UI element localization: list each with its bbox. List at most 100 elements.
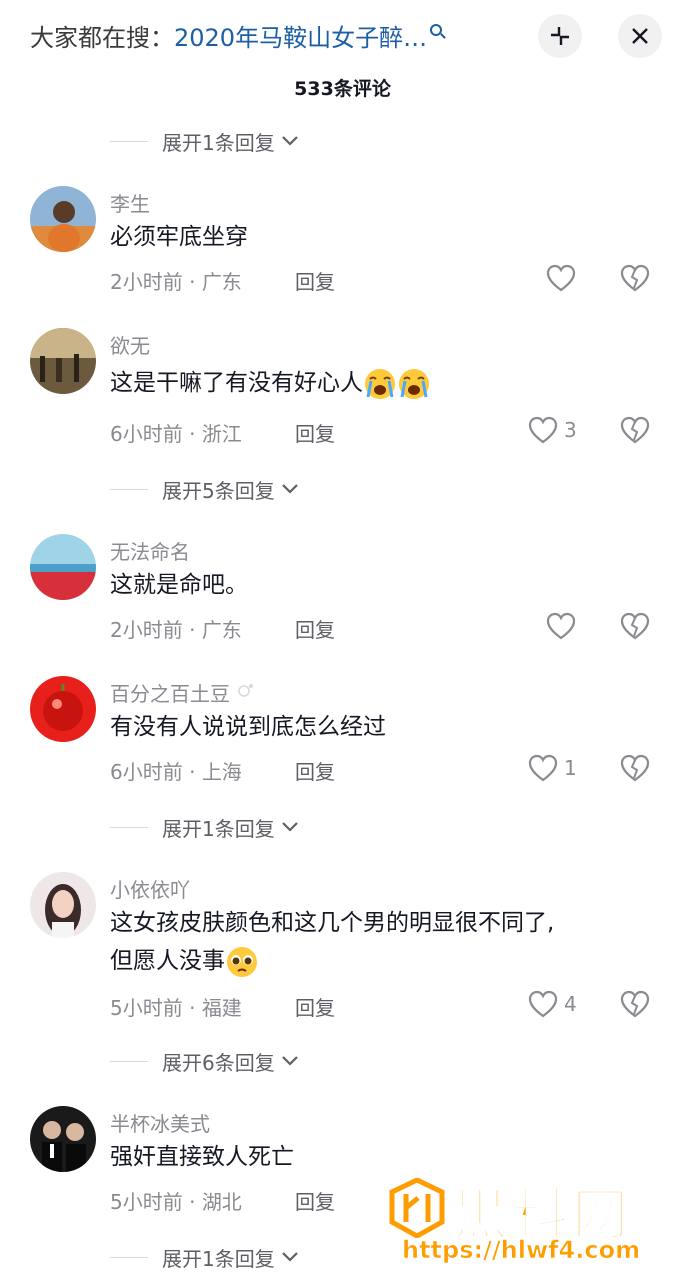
comment-item: 百分之百土豆 有没有人说说到底怎么经过 6小时前 · 上海 回复 1	[0, 676, 685, 796]
like-button[interactable]	[546, 612, 576, 640]
expand-replies-button[interactable]: 展开1条回复	[110, 126, 299, 156]
comment-region: 上海	[201, 760, 242, 784]
reply-button[interactable]: 回复	[295, 614, 335, 643]
divider	[110, 1060, 148, 1062]
like-count: 1	[564, 756, 577, 780]
comment-text: 这是干嘛了有没有好心人	[110, 366, 431, 401]
chevron-down-icon	[281, 821, 299, 833]
separator: ·	[189, 270, 196, 294]
comment-time: 2小时前	[110, 618, 183, 642]
comment-time: 5小时前	[110, 996, 183, 1020]
heart-icon	[528, 990, 558, 1018]
avatar[interactable]	[30, 534, 96, 600]
comment-text: 强奸直接致人死亡	[110, 1144, 294, 1170]
avatar[interactable]	[30, 872, 96, 938]
divider	[110, 140, 148, 142]
comment-count: 533条评论	[294, 78, 391, 100]
expand-replies-button[interactable]: 展开6条回复	[110, 1046, 299, 1076]
comment-time: 2小时前	[110, 270, 183, 294]
dislike-button[interactable]	[620, 264, 650, 296]
expand-replies-label: 展开6条回复	[162, 1050, 275, 1075]
avatar[interactable]	[30, 186, 96, 252]
username[interactable]: 半杯冰美式	[110, 1108, 210, 1137]
username[interactable]: 百分之百土豆	[110, 678, 256, 707]
comment-time: 6小时前	[110, 760, 183, 784]
reply-button[interactable]: 回复	[295, 756, 335, 785]
username[interactable]: 无法命名	[110, 536, 190, 565]
top-bar: 大家都在搜：2020年马鞍山女子醉…	[0, 0, 685, 76]
comment-text: 有没有人说说到底怎么经过	[110, 714, 386, 740]
comment-region: 浙江	[201, 422, 242, 446]
like-button[interactable]: 3	[528, 416, 577, 444]
broken-heart-icon	[620, 990, 650, 1018]
close-icon	[632, 28, 648, 44]
search-suggestion-prefix: 大家都在搜：	[30, 24, 174, 52]
separator: ·	[189, 422, 196, 446]
comment-time: 6小时前	[110, 422, 183, 446]
reply-button[interactable]: 回复	[295, 418, 335, 447]
comment-item: 欲无 这是干嘛了有没有好心人 6小时前 · 浙江 回复 3	[0, 328, 685, 448]
expand-replies-label: 展开1条回复	[162, 816, 275, 841]
chevron-down-icon	[281, 1055, 299, 1067]
comment-item: 李生 必须牢底坐穿 2小时前 · 广东 回复	[0, 186, 685, 306]
comment-text: 必须牢底坐穿	[110, 224, 248, 250]
comment-text-line2: 但愿人没事	[110, 944, 259, 979]
separator: ·	[189, 996, 196, 1020]
comment-text: 这就是命吧。	[110, 572, 248, 598]
close-button[interactable]	[618, 14, 662, 58]
comment-region: 广东	[201, 618, 242, 642]
divider	[110, 1256, 148, 1258]
divider	[110, 488, 148, 490]
pleading-face-emoji-icon	[227, 946, 257, 977]
avatar[interactable]	[30, 1106, 96, 1172]
dislike-button[interactable]	[620, 754, 650, 786]
expand-replies-label: 展开1条回复	[162, 130, 275, 155]
dislike-button[interactable]	[620, 990, 650, 1022]
dislike-button[interactable]	[620, 416, 650, 448]
comment-item: 小依依吖 这女孩皮肤颜色和这几个男的明显很不同了, 但愿人没事 5小时前 · 福…	[0, 872, 685, 1032]
watermark-url: https://hlwf4.com	[402, 1236, 641, 1265]
comment-meta: 6小时前 · 浙江	[110, 418, 242, 447]
separator: ·	[189, 1190, 196, 1214]
comment-meta: 5小时前 · 福建	[110, 992, 242, 1021]
comment-meta: 6小时前 · 上海	[110, 756, 242, 785]
heart-icon	[528, 416, 558, 444]
comment-item: 无法命名 这就是命吧。 2小时前 · 广东 回复	[0, 534, 685, 644]
expand-replies-button[interactable]: 展开5条回复	[110, 474, 299, 504]
username[interactable]: 小依依吖	[110, 874, 190, 903]
like-button[interactable]: 1	[528, 754, 577, 782]
comment-text-body: 但愿人没事	[110, 948, 225, 974]
avatar[interactable]	[30, 328, 96, 394]
reply-button[interactable]: 回复	[295, 992, 335, 1021]
heart-icon	[546, 612, 576, 640]
like-count: 4	[564, 992, 577, 1016]
search-suggestion[interactable]: 大家都在搜：2020年马鞍山女子醉…	[30, 18, 443, 53]
username[interactable]: 欲无	[110, 330, 150, 359]
username[interactable]: 李生	[110, 188, 150, 217]
comment-region: 广东	[201, 270, 242, 294]
collapse-icon	[551, 27, 569, 45]
avatar[interactable]	[30, 676, 96, 742]
broken-heart-icon	[620, 264, 650, 292]
collapse-button[interactable]	[538, 14, 582, 58]
heart-icon	[546, 264, 576, 292]
comment-text-body: 这是干嘛了有没有好心人	[110, 370, 363, 396]
broken-heart-icon	[620, 754, 650, 782]
reply-button[interactable]: 回复	[295, 1186, 335, 1215]
like-button[interactable]	[546, 264, 576, 292]
like-count: 3	[564, 418, 577, 442]
expand-replies-label: 展开1条回复	[162, 1246, 275, 1271]
expand-replies-button[interactable]: 展开1条回复	[110, 812, 299, 842]
dislike-button[interactable]	[620, 612, 650, 644]
expand-replies-button[interactable]: 展开1条回复	[110, 1242, 299, 1272]
like-button[interactable]: 4	[528, 990, 577, 1018]
separator: ·	[189, 760, 196, 784]
broken-heart-icon	[620, 612, 650, 640]
heart-icon	[528, 754, 558, 782]
comment-time: 5小时前	[110, 1190, 183, 1214]
chevron-down-icon	[281, 135, 299, 147]
broken-heart-icon	[620, 416, 650, 444]
chevron-down-icon	[281, 1251, 299, 1263]
reply-button[interactable]: 回复	[295, 266, 335, 295]
search-suggestion-query[interactable]: 2020年马鞍山女子醉…	[174, 24, 427, 52]
